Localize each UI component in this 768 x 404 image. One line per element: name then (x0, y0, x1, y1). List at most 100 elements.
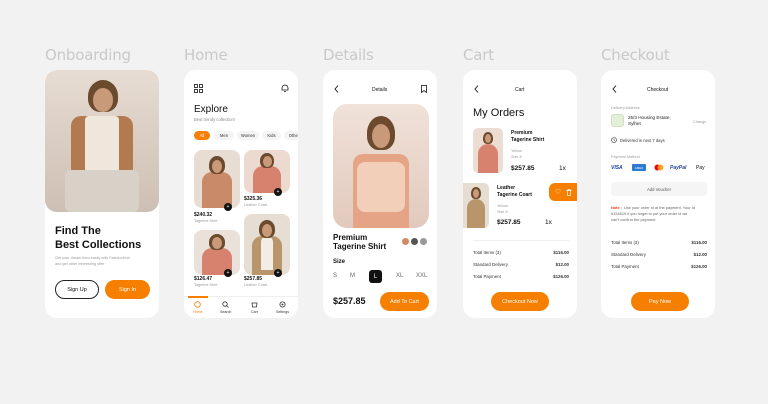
bell-icon[interactable] (280, 84, 289, 93)
product-price: $257.85 (244, 276, 263, 282)
summary-row: Total Payment $126.00 (473, 274, 569, 279)
add-to-cart-button[interactable]: Add To Cart (380, 292, 429, 311)
back-arrow-icon[interactable] (611, 85, 617, 93)
sign-in-button[interactable]: Sign In (105, 280, 150, 299)
heart-icon[interactable]: ♡ (554, 188, 562, 196)
sign-up-button[interactable]: Sign Up (55, 280, 99, 299)
checkout-screen: Checkout Delivery Address 25/3 Housing E… (601, 70, 715, 318)
checkout-now-button[interactable]: Checkout Now (491, 292, 549, 311)
cart-item-size: Size 8 (497, 210, 508, 214)
cart-item-qty[interactable]: 1x (545, 219, 552, 226)
product-hero-image (333, 104, 429, 228)
paypal-icon[interactable]: PayPal (670, 165, 686, 171)
summary-value: $12.00 (555, 262, 569, 267)
size-option-s[interactable]: S (333, 273, 337, 279)
chip-kids[interactable]: Kids (262, 131, 281, 140)
size-option-l-selected[interactable]: L (369, 270, 382, 283)
settings-icon[interactable] (279, 301, 286, 308)
product-image[interactable] (194, 230, 240, 275)
column-title-details: Details (323, 46, 374, 64)
color-swatch-dark[interactable] (411, 238, 418, 245)
trash-icon[interactable] (565, 188, 573, 196)
pay-now-button[interactable]: Pay Now (631, 292, 689, 311)
summary-label: Standard Delivery (611, 252, 646, 257)
product-image[interactable] (244, 150, 290, 193)
product-price: $240.32 (194, 212, 213, 218)
chip-men[interactable]: Men (214, 131, 234, 140)
cart-item-price: $257.85 (511, 165, 535, 172)
visa-icon[interactable]: VISA (611, 165, 623, 171)
cart-item-size: Size 8 (511, 155, 522, 159)
details-header-title: Details (372, 87, 388, 93)
note-line3: can't confirm the payment. (611, 217, 657, 222)
summary-label: Total Payment (473, 274, 501, 279)
home-icon[interactable] (194, 301, 201, 308)
nav-cart-label[interactable]: Cart (251, 310, 258, 314)
back-arrow-icon[interactable] (333, 85, 339, 93)
payment-method-label: Payment Method (611, 155, 640, 159)
details-screen: Details Premium Tagerine Shirt Size S M … (323, 70, 437, 318)
color-swatch-gray[interactable] (420, 238, 427, 245)
size-label: Size (333, 259, 346, 265)
size-option-xxl[interactable]: XXL (416, 273, 427, 279)
summary-value: $126.00 (553, 274, 569, 279)
size-option-xl[interactable]: XL (396, 273, 403, 279)
cart-item-name-line2: Tagerine Shirt (511, 137, 545, 143)
active-tab-indicator (188, 296, 208, 298)
summary-value: $116.00 (553, 250, 569, 255)
product-name: Leather Coart (244, 203, 268, 207)
product-name: Leather Coart (244, 283, 268, 287)
back-arrow-icon[interactable] (473, 85, 479, 93)
summary-row: Standard Delivery $12.00 (473, 262, 569, 267)
column-title-onboarding: Onboarding (45, 46, 131, 64)
hero-photo (45, 70, 159, 212)
add-to-cart-icon[interactable]: + (274, 269, 282, 277)
color-swatch-orange[interactable] (402, 238, 409, 245)
column-title-cart: Cart (463, 46, 494, 64)
chip-women[interactable]: Women (237, 131, 259, 140)
delivery-address-label: Delivery Address (611, 106, 640, 110)
address-line1: 25/3 Housing Estate, (628, 115, 671, 120)
search-icon[interactable] (222, 301, 229, 308)
summary-row: Total Items (3) $116.00 (473, 250, 569, 255)
cart-item-qty[interactable]: 1x (559, 165, 566, 172)
bookmark-icon[interactable] (420, 85, 427, 93)
cart-screen: Cart My Orders Premium Tagerine Shirt Ye… (463, 70, 577, 318)
size-option-m[interactable]: M (350, 273, 355, 279)
summary-row: Total Items (3) $116.00 (611, 240, 707, 245)
column-title-checkout: Checkout (601, 46, 670, 64)
cart-icon[interactable] (251, 301, 258, 308)
add-to-cart-icon[interactable]: + (224, 203, 232, 211)
chip-other[interactable]: Other (284, 131, 298, 140)
onboarding-desc-line1: Get your dream item easily with FashionH… (55, 256, 130, 260)
note-line1: Use your order id at the payment. Your I… (624, 205, 695, 210)
nav-settings-label[interactable]: Settings (276, 310, 289, 314)
swipe-actions: ♡ (549, 183, 577, 201)
product-name: Tagerine Shirt (194, 219, 218, 223)
apple-pay-icon[interactable]: Pay (696, 165, 705, 171)
bottom-nav: Home Search Cart Settings (184, 296, 298, 318)
nav-home-label[interactable]: Home (193, 310, 203, 314)
note-line2: #154619 if you forget to put your order … (611, 211, 688, 216)
nav-search-label[interactable]: Search (220, 310, 231, 314)
onboarding-desc-line2: and get other interesting offer (55, 262, 105, 266)
chip-all[interactable]: All (194, 131, 210, 140)
product-price: $257.85 (333, 296, 366, 306)
cart-title: My Orders (473, 107, 525, 119)
add-voucher-button[interactable]: Add Voucher (611, 182, 707, 196)
summary-label: Total Items (3) (611, 240, 639, 245)
divider (473, 240, 569, 241)
amex-icon[interactable]: AMEX (632, 164, 646, 171)
product-image[interactable] (194, 150, 240, 208)
clock-icon (611, 137, 617, 143)
add-to-cart-icon[interactable]: + (224, 269, 232, 277)
onboarding-title-line1: Find The (55, 225, 101, 237)
mastercard-icon[interactable] (653, 164, 665, 171)
add-to-cart-icon[interactable]: + (274, 188, 282, 196)
product-image[interactable] (244, 214, 290, 275)
grid-menu-icon[interactable] (194, 84, 203, 93)
summary-row: Total Payment $126.00 (611, 264, 707, 269)
cart-item-color: Yellow (511, 149, 522, 153)
change-address-link[interactable]: Change (693, 120, 706, 124)
home-title: Explore (194, 104, 228, 115)
